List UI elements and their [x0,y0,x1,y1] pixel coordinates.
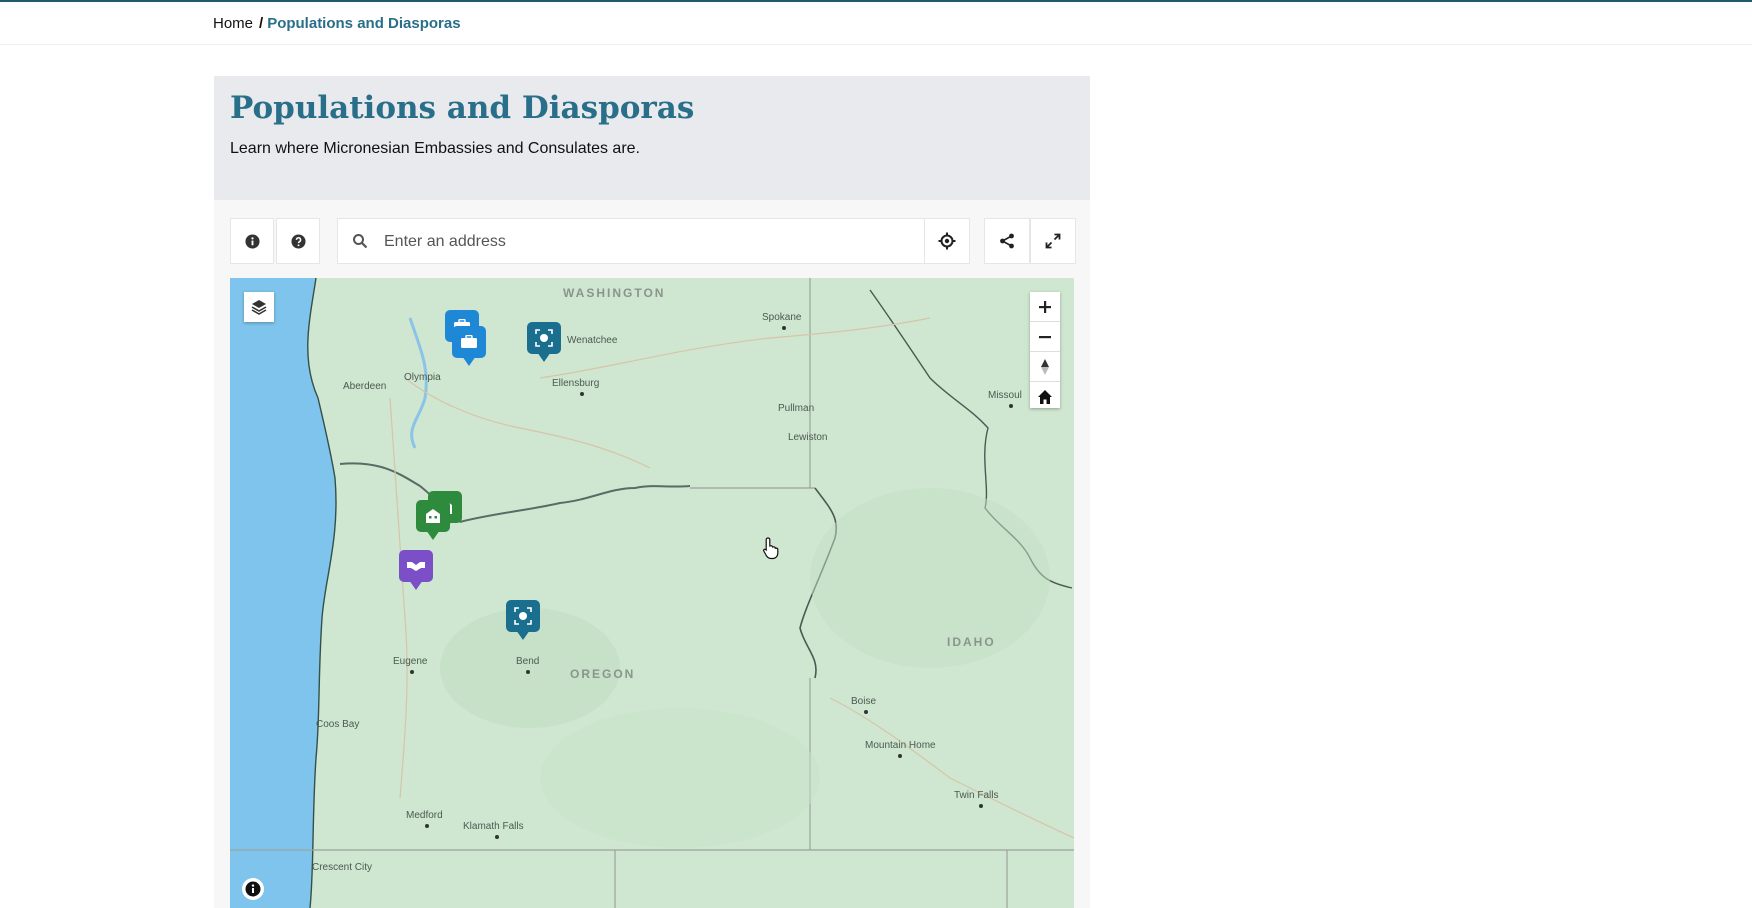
page-title: Populations and Diasporas [230,90,695,126]
map-zoom-controls [1030,292,1060,408]
share-button[interactable] [984,218,1030,264]
fullscreen-button[interactable] [1030,218,1076,264]
zoom-out-button[interactable] [1030,322,1060,352]
zoom-in-button[interactable] [1030,292,1060,322]
map-view[interactable]: WASHINGTON OREGON IDAHO Spokane Wenatche… [230,278,1074,908]
state-label-oregon: OREGON [570,667,636,681]
city-label: Coos Bay [316,719,360,730]
handshake-icon [407,562,425,571]
basemap [230,278,1074,908]
city-label: Wenatchee [567,335,618,346]
city-dot [526,670,530,674]
compass-icon [1041,358,1049,375]
city-label: Bend [516,656,540,667]
city-label: Lewiston [788,432,828,443]
city-dot [1009,404,1013,408]
breadcrumb-current: Populations and Diasporas [267,15,461,32]
building-icon [426,509,440,523]
city-label: Klamath Falls [463,821,524,832]
city-label: Pullman [778,403,815,414]
city-dot [782,326,786,330]
hand-cursor-icon [763,537,779,560]
city-label: Olympia [404,372,441,383]
city-dot [979,804,983,808]
home-extent-button[interactable] [1030,382,1060,411]
layers-icon [251,300,267,315]
city-label: Ellensburg [552,378,600,389]
fullscreen-icon [1045,233,1061,249]
city-label: Medford [406,810,443,821]
compass-button[interactable] [1030,352,1060,382]
locate-button[interactable] [924,218,970,264]
info-icon [245,881,261,897]
help-icon [290,233,306,249]
face-scan-icon [535,329,553,347]
layers-button[interactable] [244,292,274,322]
community-marker[interactable] [399,550,433,592]
city-dot [495,835,499,839]
city-label: Spokane [762,312,802,323]
city-dot [580,392,584,396]
plus-icon [1039,300,1051,313]
help-button[interactable] [276,218,320,264]
consulate-marker[interactable] [527,322,561,364]
breadcrumb-separator: / [259,15,264,32]
consulate-marker[interactable] [506,600,540,642]
city-label: Eugene [393,656,428,667]
info-icon [244,233,260,249]
minus-icon [1039,335,1051,338]
city-label: Twin Falls [954,790,999,801]
face-scan-icon [514,607,532,625]
breadcrumb-bar: Home / Populations and Diasporas [0,2,1752,45]
state-label-idaho: IDAHO [947,635,996,649]
city-label: Aberdeen [343,381,387,392]
city-dot [898,754,902,758]
address-search-input[interactable] [382,229,906,255]
city-label: Missoul [988,390,1022,401]
city-label: Mountain Home [865,740,936,751]
page-header: Populations and Diasporas Learn where Mi… [214,76,1090,200]
city-dot [425,824,429,828]
locate-icon [938,232,956,250]
share-icon [1000,233,1014,249]
search-icon [353,234,368,249]
info-button[interactable] [230,218,274,264]
page-subtitle: Learn where Micronesian Embassies and Co… [230,140,640,157]
breadcrumb: Home / Populations and Diasporas [213,15,461,32]
map-app: WASHINGTON OREGON IDAHO Spokane Wenatche… [214,200,1090,908]
embassy-marker[interactable] [452,326,486,368]
city-dot [864,710,868,714]
city-dot [410,670,414,674]
search-box [337,218,925,264]
breadcrumb-home-link[interactable]: Home [213,15,253,32]
briefcase-icon [461,335,477,348]
city-label: Crescent City [312,862,373,873]
attribution-button[interactable] [242,878,264,900]
home-icon [1038,389,1052,404]
state-label-washington: WASHINGTON [563,286,666,300]
office-marker[interactable] [416,500,450,542]
city-label: Boise [851,696,877,707]
